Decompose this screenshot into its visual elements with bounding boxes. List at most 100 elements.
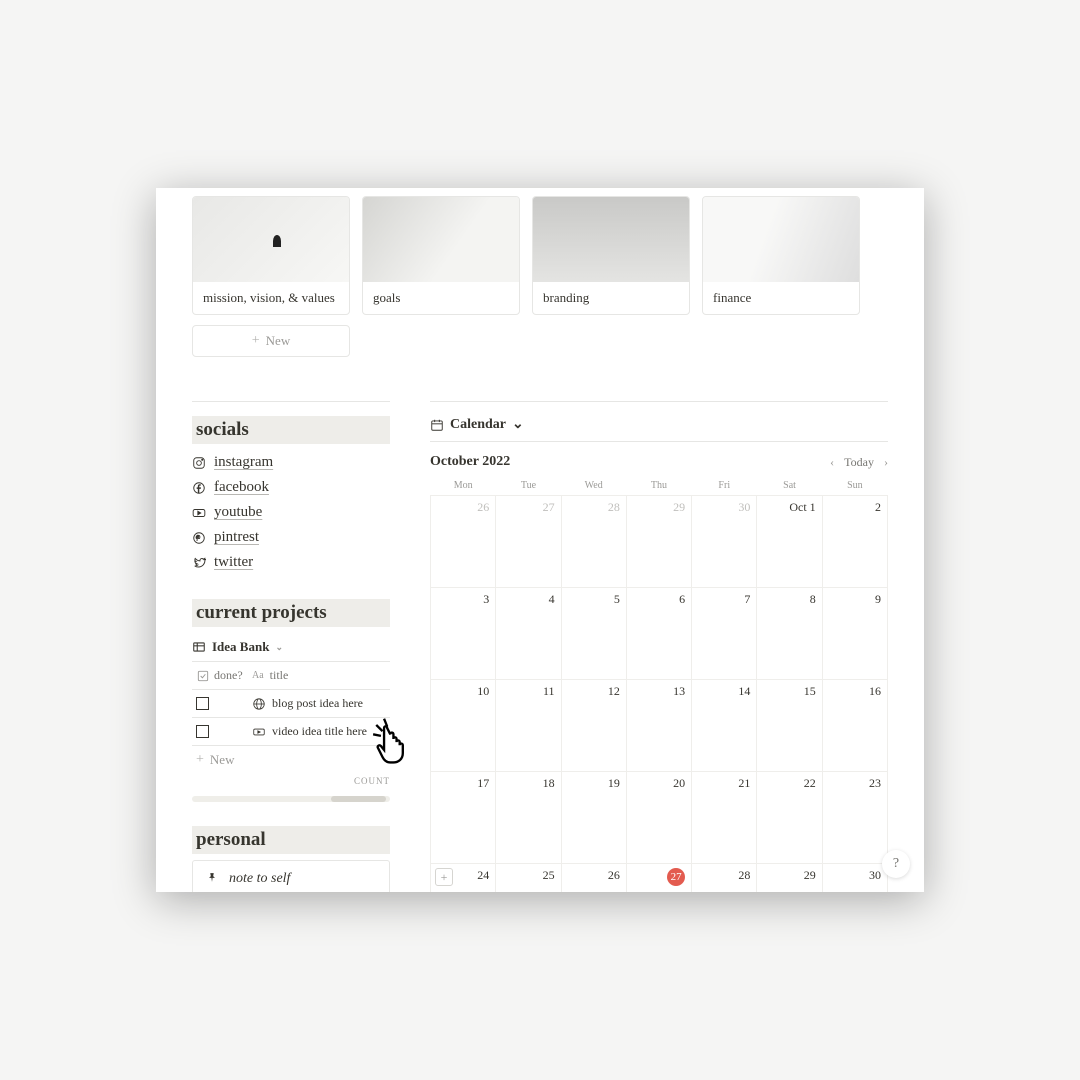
calendar-cell[interactable]: 30 [692,496,757,588]
calendar-cell[interactable]: 15 [757,680,822,772]
calendar-cell[interactable]: 16 [822,680,887,772]
social-item-facebook[interactable]: facebook [192,475,390,500]
row-title: video idea title here [272,724,367,739]
calendar-cell[interactable]: 8 [757,588,822,680]
calendar-cell[interactable]: 25 [496,864,561,893]
calendar-cell[interactable]: 27 [626,864,691,893]
view-label: Idea Bank [212,639,269,655]
next-month-button[interactable]: › [884,455,888,470]
new-card-button[interactable]: + New [192,325,350,357]
projects-heading: current projects [192,599,390,627]
today-button[interactable]: Today [844,455,874,470]
column-done[interactable]: done? [192,662,248,689]
note-to-self[interactable]: note to self [192,860,390,892]
calendar-cell[interactable]: 20 [626,772,691,864]
table-header: done? Aa title [192,662,390,690]
pin-icon [205,872,219,886]
calendar-cell[interactable]: 23 [822,772,887,864]
social-item-twitter[interactable]: twitter [192,550,390,575]
social-item-pinterest[interactable]: pintrest [192,525,390,550]
column-title[interactable]: Aa title [248,662,390,689]
gallery-card[interactable]: finance [702,196,860,315]
idea-bank-view-tab[interactable]: Idea Bank ⌄ [192,633,390,662]
scroll-thumb[interactable] [331,796,386,802]
done-label: done? [214,668,243,683]
calendar-day-header: Fri [692,476,757,496]
socials-heading: socials [192,416,390,444]
calendar-cell[interactable]: 14 [692,680,757,772]
scroll-track[interactable] [192,796,390,802]
calendar-cell[interactable]: 5 [561,588,626,680]
new-row-button[interactable]: + New [192,746,390,774]
prev-month-button[interactable]: ‹ [830,455,834,470]
calendar-day-header: Sat [757,476,822,496]
calendar-cell[interactable]: 18 [496,772,561,864]
social-item-instagram[interactable]: instagram [192,450,390,475]
plus-icon: + [196,752,204,768]
divider [430,401,888,402]
idea-bank-table: done? Aa title blog post idea here [192,662,390,802]
help-button[interactable]: ? [882,850,910,878]
calendar-cell[interactable]: 2 [822,496,887,588]
table-row[interactable]: blog post idea here [192,690,390,718]
note-label: note to self [229,871,290,887]
add-event-button[interactable]: + [435,868,453,886]
calendar-cell[interactable]: 17 [431,772,496,864]
calendar-cell[interactable]: 19 [561,772,626,864]
help-label: ? [893,856,899,872]
chevron-down-icon: ⌄ [275,642,283,653]
calendar-cell[interactable]: 11 [496,680,561,772]
gallery-card[interactable]: goals [362,196,520,315]
calendar-cell[interactable]: 29 [757,864,822,893]
calendar-label: Calendar [450,417,506,433]
calendar-cell[interactable]: 4 [496,588,561,680]
social-item-youtube[interactable]: youtube [192,500,390,525]
social-label: instagram [214,454,273,471]
social-label: facebook [214,479,269,496]
row-title: blog post idea here [272,696,363,711]
calendar-icon [430,418,444,432]
personal-heading: personal [192,826,390,854]
plus-icon: + [252,333,260,349]
card-image [363,197,519,282]
content-area: mission, vision, & values goals branding… [156,188,924,892]
gallery-card[interactable]: branding [532,196,690,315]
count-label: COUNT [192,774,390,788]
calendar-cell[interactable]: 28 [561,496,626,588]
calendar-cell[interactable]: 12 [561,680,626,772]
calendar-cell[interactable]: 3 [431,588,496,680]
new-label: New [210,752,235,768]
calendar-cell[interactable]: 13 [626,680,691,772]
calendar-view-tab[interactable]: Calendar ⌄ [430,416,888,442]
chevron-down-icon: ⌄ [512,416,524,433]
calendar-day-header: Mon [431,476,496,496]
calendar-cell[interactable]: 21 [692,772,757,864]
facebook-icon [192,481,206,495]
calendar-cell[interactable]: 24+ [431,864,496,893]
calendar-cell[interactable]: 6 [626,588,691,680]
checkbox-header-icon [196,669,210,683]
calendar-day-header: Sun [822,476,887,496]
calendar-header: October 2022 ‹ Today › [430,442,888,476]
calendar-day-header: Wed [561,476,626,496]
calendar-cell[interactable]: 28 [692,864,757,893]
calendar-cell[interactable]: 26 [431,496,496,588]
gallery-card[interactable]: mission, vision, & values [192,196,350,315]
calendar-cell[interactable]: Oct 1 [757,496,822,588]
calendar-cell[interactable]: 29 [626,496,691,588]
app-window: mission, vision, & values goals branding… [156,188,924,892]
row-checkbox[interactable] [196,725,209,738]
calendar-cell[interactable]: 7 [692,588,757,680]
table-row[interactable]: video idea title here [192,718,390,746]
title-label: title [270,668,289,683]
calendar-cell[interactable]: 10 [431,680,496,772]
calendar-cell[interactable]: 9 [822,588,887,680]
calendar-cell[interactable]: 30 [822,864,887,893]
social-label: youtube [214,504,262,521]
calendar-cell[interactable]: 27 [496,496,561,588]
socials-list: instagram facebook youtube pintrest [192,450,390,575]
calendar-cell[interactable]: 26 [561,864,626,893]
calendar-cell[interactable]: 22 [757,772,822,864]
row-checkbox[interactable] [196,697,209,710]
calendar-grid: MonTueWedThuFriSatSun 2627282930Oct 1234… [430,476,888,892]
